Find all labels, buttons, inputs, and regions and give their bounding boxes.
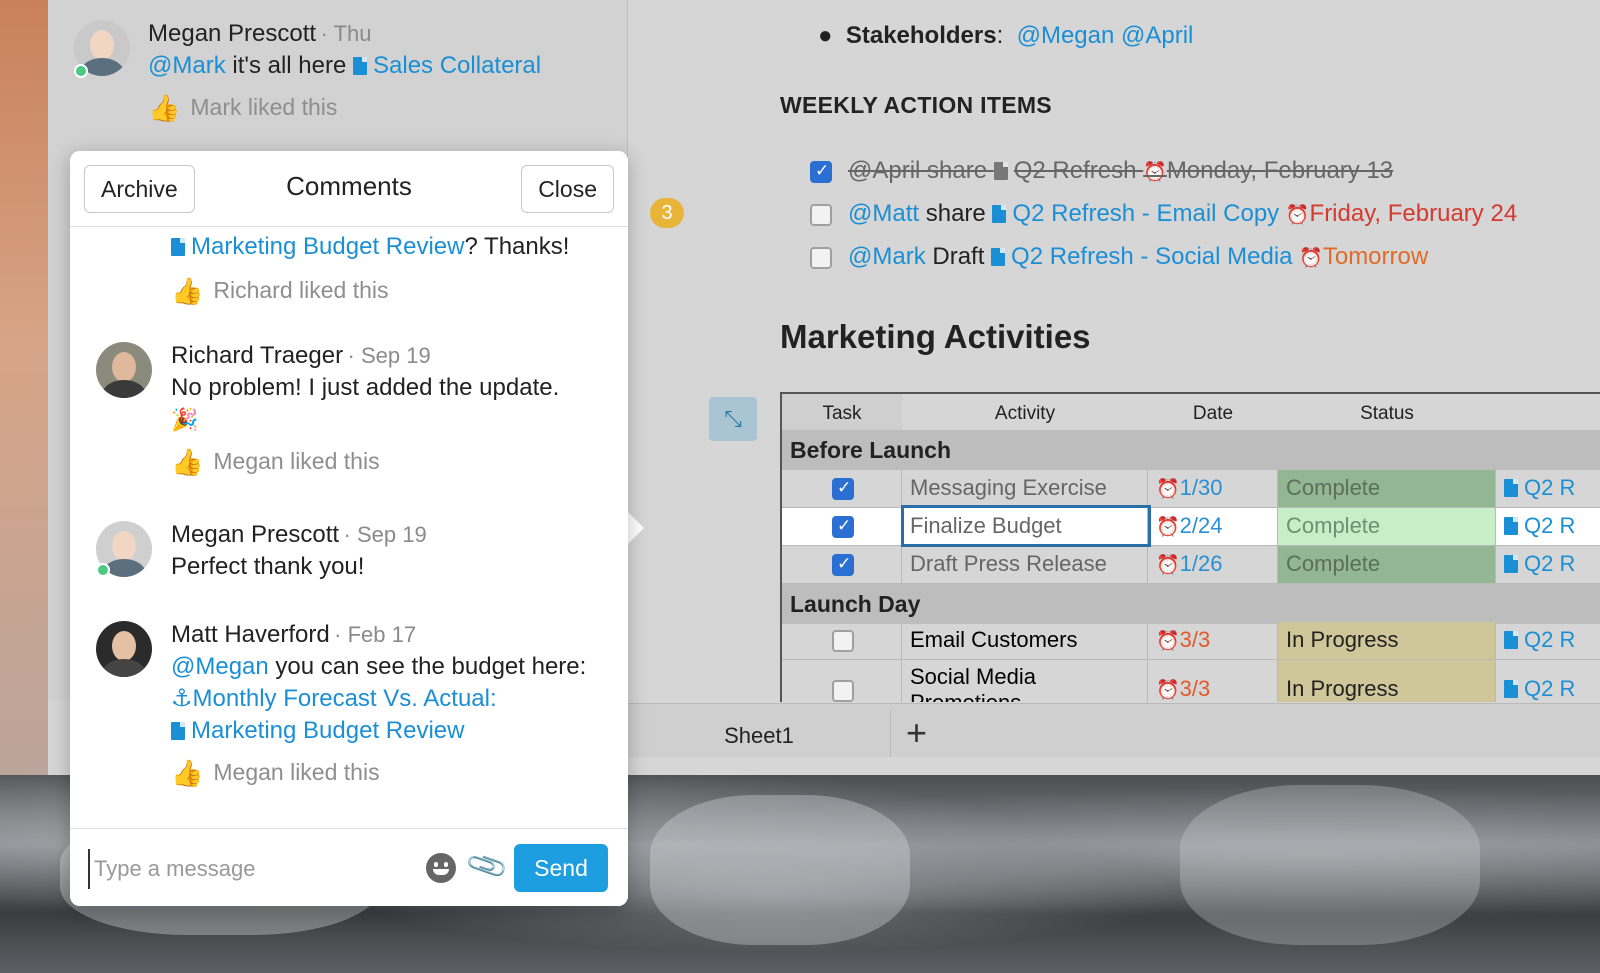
alarm-clock-icon: ⏰ xyxy=(1143,162,1167,183)
emoji-icon[interactable] xyxy=(426,853,456,883)
weekly-action-items-heading: WEEKLY ACTION ITEMS xyxy=(780,92,1052,118)
document-icon xyxy=(992,205,1007,223)
comment-text: Perfect thank you! xyxy=(171,553,365,580)
document-icon xyxy=(1504,555,1518,573)
table-row[interactable]: Draft Press Release ⏰1/26 Complete Q2 R xyxy=(782,546,1600,584)
message-input[interactable] xyxy=(88,849,408,889)
task-checkbox[interactable] xyxy=(832,478,854,500)
thumbs-up-icon[interactable]: 👍 xyxy=(171,760,203,786)
alarm-clock-icon: ⏰ xyxy=(1285,205,1310,226)
stakeholder-mentions[interactable]: @Megan @April xyxy=(1017,22,1194,49)
comments-popover: Archive Comments Close Marketing Budget … xyxy=(70,151,628,906)
marketing-budget-review-link[interactable]: Marketing Budget Review xyxy=(191,233,464,260)
add-sheet-button[interactable]: + xyxy=(890,710,942,758)
anchor-icon: ⚓ xyxy=(171,685,193,712)
document-icon xyxy=(991,248,1006,266)
alarm-clock-icon: ⏰ xyxy=(1299,248,1323,269)
task-checkbox[interactable] xyxy=(832,630,854,652)
column-header-doc[interactable] xyxy=(1496,394,1600,430)
thumbs-up-icon[interactable]: 👍 xyxy=(171,449,203,475)
archive-button[interactable]: Archive xyxy=(84,165,195,213)
feed-timestamp: · Thu xyxy=(320,21,372,46)
thumbs-up-icon[interactable]: 👍 xyxy=(171,278,203,304)
message-composer: 📎 Send xyxy=(70,828,628,906)
table-row[interactable]: Messaging Exercise ⏰1/30 Complete Q2 R xyxy=(782,470,1600,508)
task-checkbox[interactable] xyxy=(832,680,854,702)
mention-link[interactable]: @Mark xyxy=(148,52,226,79)
comment-author[interactable]: Matt Haverford xyxy=(171,621,330,648)
popover-arrow xyxy=(626,510,644,546)
group-row-launch-day[interactable]: Launch Day xyxy=(782,584,1600,624)
action-item: @Mark Draft Q2 Refresh - Social Media ⏰T… xyxy=(848,243,1429,270)
comment-text: No problem! I just added the update. xyxy=(171,374,560,401)
table-row[interactable]: Social Media Promotions ⏰3/3 In Progress… xyxy=(782,660,1600,702)
task-checkbox[interactable] xyxy=(832,554,854,576)
column-header-task[interactable]: Task xyxy=(782,394,902,430)
expand-icon[interactable]: ⤡ xyxy=(709,397,757,441)
comment-timestamp: · Feb 17 xyxy=(334,622,417,647)
feed-text: it's all here xyxy=(225,52,354,79)
mention-link[interactable]: @Megan xyxy=(171,653,269,680)
table-row[interactable]: Email Customers ⏰3/3 In Progress Q2 R xyxy=(782,622,1600,660)
comment-timestamp: · Sep 19 xyxy=(343,522,427,547)
selected-cell[interactable] xyxy=(901,505,1151,547)
sales-collateral-link[interactable]: Sales Collateral xyxy=(373,52,541,79)
comments-list[interactable]: Marketing Budget Review? Thanks! 👍 Richar… xyxy=(70,227,628,827)
comment-timestamp: · Sep 19 xyxy=(347,343,431,368)
avatar[interactable] xyxy=(96,621,152,677)
marketing-activities-heading: Marketing Activities xyxy=(780,318,1091,355)
sheet-tab-sheet1[interactable]: Sheet1 xyxy=(628,714,890,758)
column-header-activity[interactable]: Activity xyxy=(902,394,1148,430)
column-header-status[interactable]: Status xyxy=(1278,394,1496,430)
document-icon xyxy=(1504,631,1518,649)
action-item: @Matt share Q2 Refresh - Email Copy ⏰Fri… xyxy=(848,200,1518,227)
action-item-checkbox[interactable] xyxy=(810,161,832,183)
comment-author[interactable]: Megan Prescott xyxy=(171,521,339,548)
stakeholders-label: Stakeholders xyxy=(845,22,997,49)
comment-author[interactable]: Richard Traeger xyxy=(171,342,343,369)
alarm-clock-icon: ⏰ xyxy=(1156,631,1180,652)
document-icon xyxy=(1504,517,1518,535)
avatar[interactable] xyxy=(96,342,152,398)
alarm-clock-icon: ⏰ xyxy=(1156,479,1180,500)
action-item-checkbox[interactable] xyxy=(810,247,832,269)
alarm-clock-icon: ⏰ xyxy=(1156,555,1180,576)
close-button[interactable]: Close xyxy=(521,165,614,213)
online-status-icon xyxy=(96,563,110,577)
comments-header: Archive Comments Close xyxy=(70,151,628,227)
action-item-checkbox[interactable] xyxy=(810,204,832,226)
activities-table: Task Activity Date Status Before Launch … xyxy=(780,392,1600,702)
liked-text: Mark liked this xyxy=(190,94,338,120)
document-icon xyxy=(171,722,185,740)
online-status-icon xyxy=(74,64,88,78)
party-popper-icon: 🎉 xyxy=(171,407,199,432)
feed-author[interactable]: Megan Prescott xyxy=(148,20,316,47)
document-icon xyxy=(1504,479,1518,497)
document-icon xyxy=(1504,680,1518,698)
marketing-budget-review-link[interactable]: Marketing Budget Review xyxy=(191,717,464,744)
action-item: @April share Q2 Refresh ⏰Monday, Februar… xyxy=(848,157,1394,184)
send-button[interactable]: Send xyxy=(514,844,608,892)
document-icon xyxy=(171,238,185,256)
column-header-date[interactable]: Date xyxy=(1148,394,1278,430)
alarm-clock-icon: ⏰ xyxy=(1156,517,1180,538)
document-icon xyxy=(353,57,368,75)
paperclip-icon[interactable]: 📎 xyxy=(463,843,510,890)
thumbs-up-icon[interactable]: 👍 xyxy=(148,95,180,121)
stakeholders-line: ● Stakeholders: @Megan @April xyxy=(818,22,1194,49)
alarm-clock-icon: ⏰ xyxy=(1156,680,1180,701)
task-checkbox[interactable] xyxy=(832,516,854,538)
group-row-before-launch[interactable]: Before Launch xyxy=(782,430,1600,470)
comment-count-badge[interactable]: 3 xyxy=(650,198,684,228)
monthly-forecast-link[interactable]: Monthly Forecast Vs. Actual: xyxy=(193,685,497,712)
document-icon xyxy=(993,162,1008,180)
